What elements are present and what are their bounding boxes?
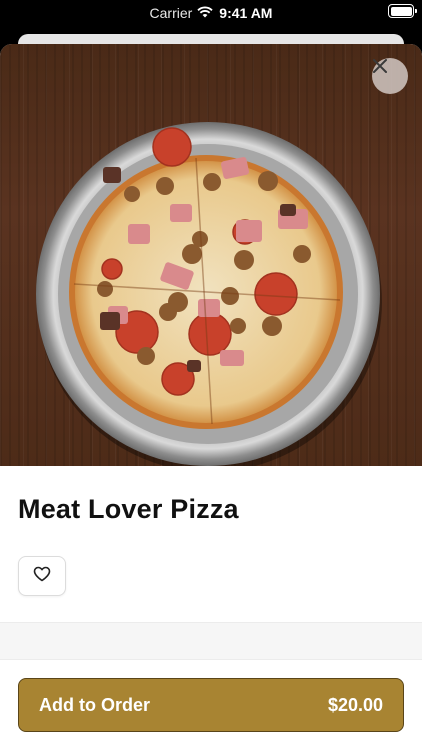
carrier-group: Carrier (150, 5, 214, 21)
heart-outline-icon (33, 566, 51, 587)
product-title: Meat Lover Pizza (18, 494, 239, 524)
product-image (0, 44, 422, 466)
order-price: $20.00 (327, 694, 383, 715)
section-divider (0, 622, 422, 660)
battery-icon (388, 4, 417, 18)
pizza-illustration (36, 122, 382, 466)
favorite-button[interactable] (18, 556, 66, 596)
product-detail-sheet: Meat Lover Pizza Add to Order $20.00 (0, 44, 422, 750)
wifi-icon (197, 5, 213, 21)
close-button[interactable] (372, 58, 408, 94)
add-to-order-label: Add to Order (39, 694, 150, 715)
clock: 9:41 AM (219, 5, 273, 21)
add-to-order-button[interactable]: Add to Order $20.00 (18, 678, 404, 732)
status-bar: Carrier 9:41 AM (0, 0, 422, 26)
carrier-label: Carrier (149, 5, 193, 21)
